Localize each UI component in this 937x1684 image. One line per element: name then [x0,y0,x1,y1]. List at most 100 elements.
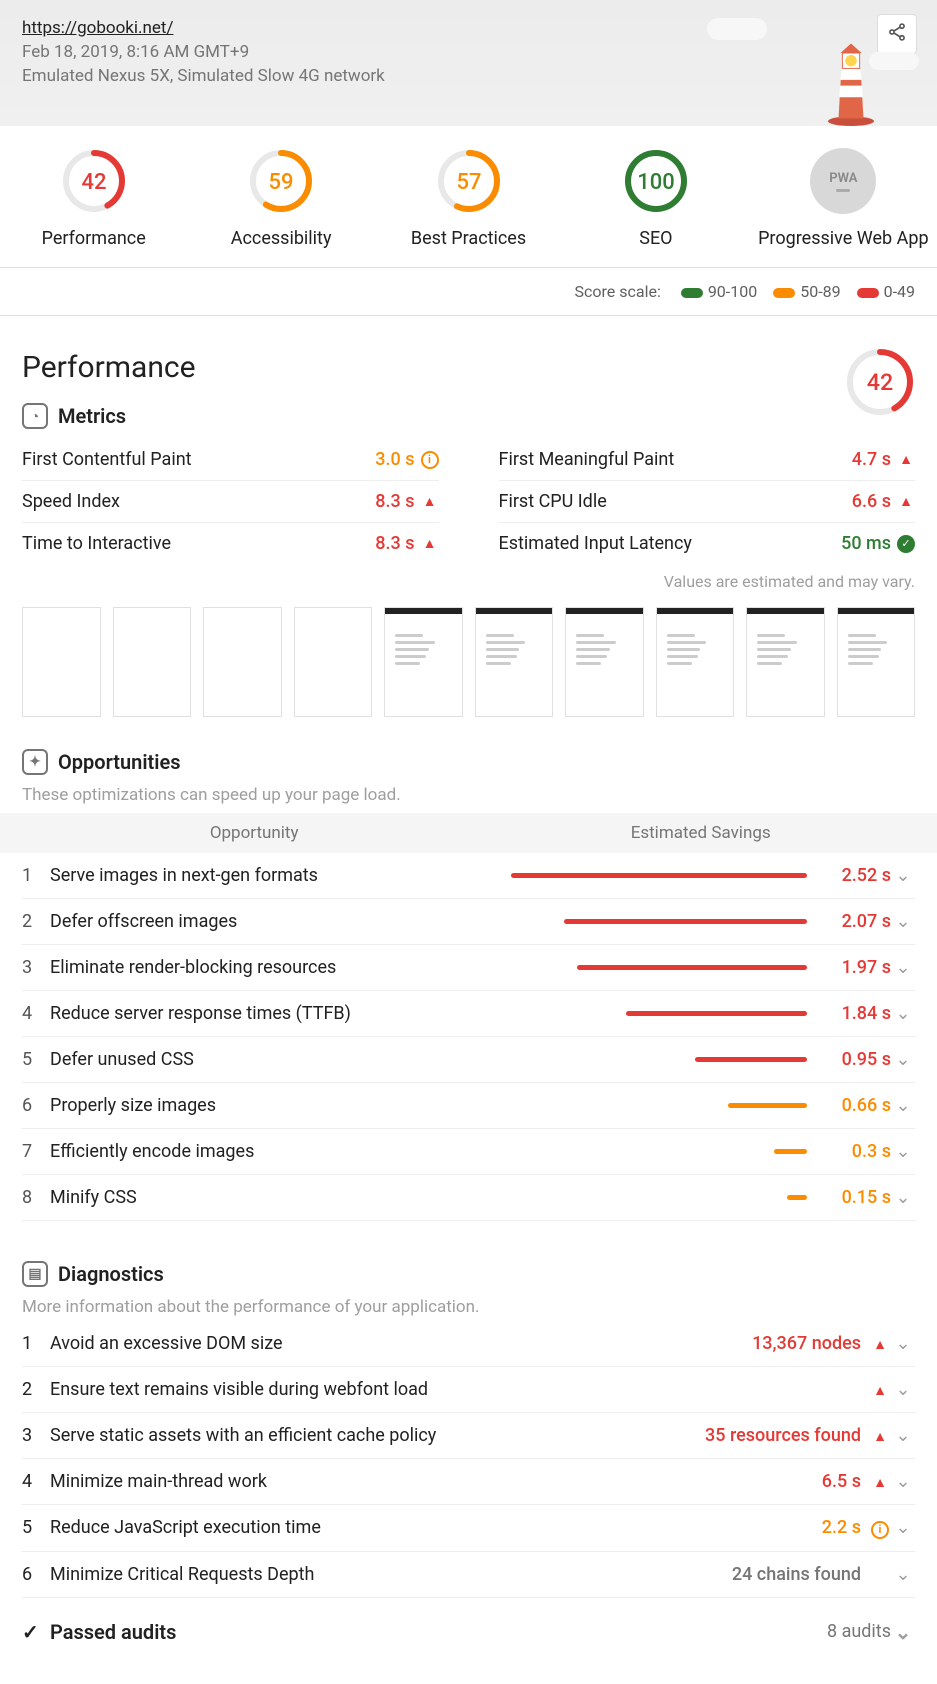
chevron-down-icon: ⌄ [891,957,915,978]
metric-name: Time to Interactive [22,533,171,554]
diagnostic-name: Serve static assets with an efficient ca… [50,1425,705,1446]
score-gauges-row: 42 Performance 59 Accessibility 57 Best … [0,126,937,268]
filmstrip-frame [746,607,825,717]
filmstrip-frame [565,607,644,717]
svg-text:42: 42 [867,368,894,396]
chevron-down-icon: ⌄ [891,1003,915,1024]
passed-audits-row[interactable]: ✓ Passed audits 8 audits ⌄ [22,1598,915,1674]
opportunity-row[interactable]: 8 Minify CSS 0.15 s ⌄ [22,1175,915,1221]
gauge-progressive-web-app[interactable]: PWAProgressive Web App [750,126,937,267]
diagnostic-row[interactable]: 3 Serve static assets with an efficient … [22,1413,915,1459]
svg-text:59: 59 [269,170,294,195]
check-icon: ✓ [22,1620,50,1644]
diagnostic-row[interactable]: 2 Ensure text remains visible during web… [22,1367,915,1413]
savings-bar [728,1103,807,1108]
metric-row: First Contentful Paint 3.0 s [22,439,439,480]
gauge-accessibility[interactable]: 59 Accessibility [187,126,374,267]
chevron-down-icon: ⌄ [891,1049,915,1070]
cloud-icon [869,52,919,70]
metric-name: Estimated Input Latency [499,533,692,554]
svg-text:100: 100 [637,170,675,195]
opportunities-header-row: Opportunity Estimated Savings [0,813,937,853]
opportunity-name: Defer unused CSS [50,1049,479,1070]
opportunity-row[interactable]: 3 Eliminate render-blocking resources 1.… [22,945,915,991]
opportunity-row[interactable]: 4 Reduce server response times (TTFB) 1.… [22,991,915,1037]
metric-value: 8.3 s [375,491,438,512]
opportunity-row[interactable]: 7 Efficiently encode images 0.3 s ⌄ [22,1129,915,1175]
chevron-down-icon: ⌄ [891,1425,915,1446]
metric-row: First CPU Idle 6.6 s [499,480,916,522]
diagnostic-name: Avoid an excessive DOM size [50,1333,752,1354]
url-link[interactable]: https://gobooki.net/ [22,18,173,38]
diagnostic-row[interactable]: 1 Avoid an excessive DOM size 13,367 nod… [22,1321,915,1367]
diagnostic-value: 24 chains found [732,1564,861,1585]
warning-icon [897,493,915,511]
metric-value: 8.3 s [375,533,438,554]
diagnostic-row[interactable]: 4 Minimize main-thread work 6.5 s ⌄ [22,1459,915,1505]
diagnostic-value: 13,367 nodes [752,1333,861,1354]
chevron-down-icon: ⌄ [891,911,915,932]
metric-value: 6.6 s [852,491,915,512]
opportunity-name: Serve images in next-gen formats [50,865,479,886]
warning-icon [897,451,915,469]
metric-value: 4.7 s [852,449,915,470]
metric-row: First Meaningful Paint 4.7 s [499,439,916,480]
performance-mini-gauge: 42 [845,347,915,421]
chevron-down-icon: ⌄ [891,1379,915,1400]
filmstrip-frame [22,607,101,717]
savings-bar [626,1011,807,1016]
opportunities-desc: These optimizations can speed up your pa… [22,785,915,805]
diagnostic-name: Ensure text remains visible during webfo… [50,1379,861,1400]
opportunity-value: 1.97 s [821,957,891,978]
chevron-down-icon: ⌄ [891,1095,915,1116]
opportunity-row[interactable]: 6 Properly size images 0.66 s ⌄ [22,1083,915,1129]
share-icon [887,22,907,47]
gauge-best-practices[interactable]: 57 Best Practices [375,126,562,267]
scale-pill [681,288,703,298]
filmstrip-frame [113,607,192,717]
diagnostics-desc: More information about the performance o… [22,1297,915,1317]
opportunity-name: Defer offscreen images [50,911,479,932]
diagnostic-name: Minimize Critical Requests Depth [50,1564,732,1585]
opportunity-value: 0.66 s [821,1095,891,1116]
device-text: Emulated Nexus 5X, Simulated Slow 4G net… [22,66,915,86]
savings-bar [511,873,807,878]
metric-row: Time to Interactive 8.3 s [22,522,439,564]
warning-icon [871,1336,889,1354]
warning-icon [421,535,439,553]
filmstrip-frame [384,607,463,717]
clipboard-icon: ▤ [22,1261,48,1287]
chevron-down-icon: ⌄ [891,1620,915,1644]
gauge-seo[interactable]: 100 SEO [562,126,749,267]
diagnostics-heading: ▤ Diagnostics [22,1261,915,1287]
metrics-column-left: First Contentful Paint 3.0 s Speed Index… [22,439,439,564]
metric-name: First Contentful Paint [22,449,192,470]
opportunity-value: 0.3 s [821,1141,891,1162]
metric-name: Speed Index [22,491,120,512]
savings-bar [774,1149,807,1154]
opportunity-value: 2.52 s [821,865,891,886]
chevron-down-icon: ⌄ [891,1187,915,1208]
timestamp-text: Feb 18, 2019, 8:16 AM GMT+9 [22,42,915,62]
opportunity-value: 0.95 s [821,1049,891,1070]
diagnostic-row[interactable]: 5 Reduce JavaScript execution time 2.2 s… [22,1505,915,1552]
opportunities-heading: ✦ Opportunities [22,749,915,775]
diagnostic-name: Minimize main-thread work [50,1471,822,1492]
chevron-down-icon: ⌄ [891,865,915,886]
opportunity-row[interactable]: 2 Defer offscreen images 2.07 s ⌄ [22,899,915,945]
svg-text:42: 42 [81,170,106,195]
filmstrip-frame [203,607,282,717]
metric-value: 50 ms [841,533,915,554]
gauge-performance[interactable]: 42 Performance [0,126,187,267]
savings-bar [564,919,807,924]
chevron-down-icon: ⌄ [891,1141,915,1162]
opportunity-row[interactable]: 5 Defer unused CSS 0.95 s ⌄ [22,1037,915,1083]
filmstrip-frame [475,607,554,717]
diagnostic-row[interactable]: 6 Minimize Critical Requests Depth 24 ch… [22,1552,915,1598]
diagnostic-name: Reduce JavaScript execution time [50,1517,822,1538]
section-title: Performance [22,350,915,385]
share-button[interactable] [877,14,917,54]
opportunity-row[interactable]: 1 Serve images in next-gen formats 2.52 … [22,853,915,899]
opportunity-name: Reduce server response times (TTFB) [50,1003,479,1024]
opportunity-name: Minify CSS [50,1187,479,1208]
